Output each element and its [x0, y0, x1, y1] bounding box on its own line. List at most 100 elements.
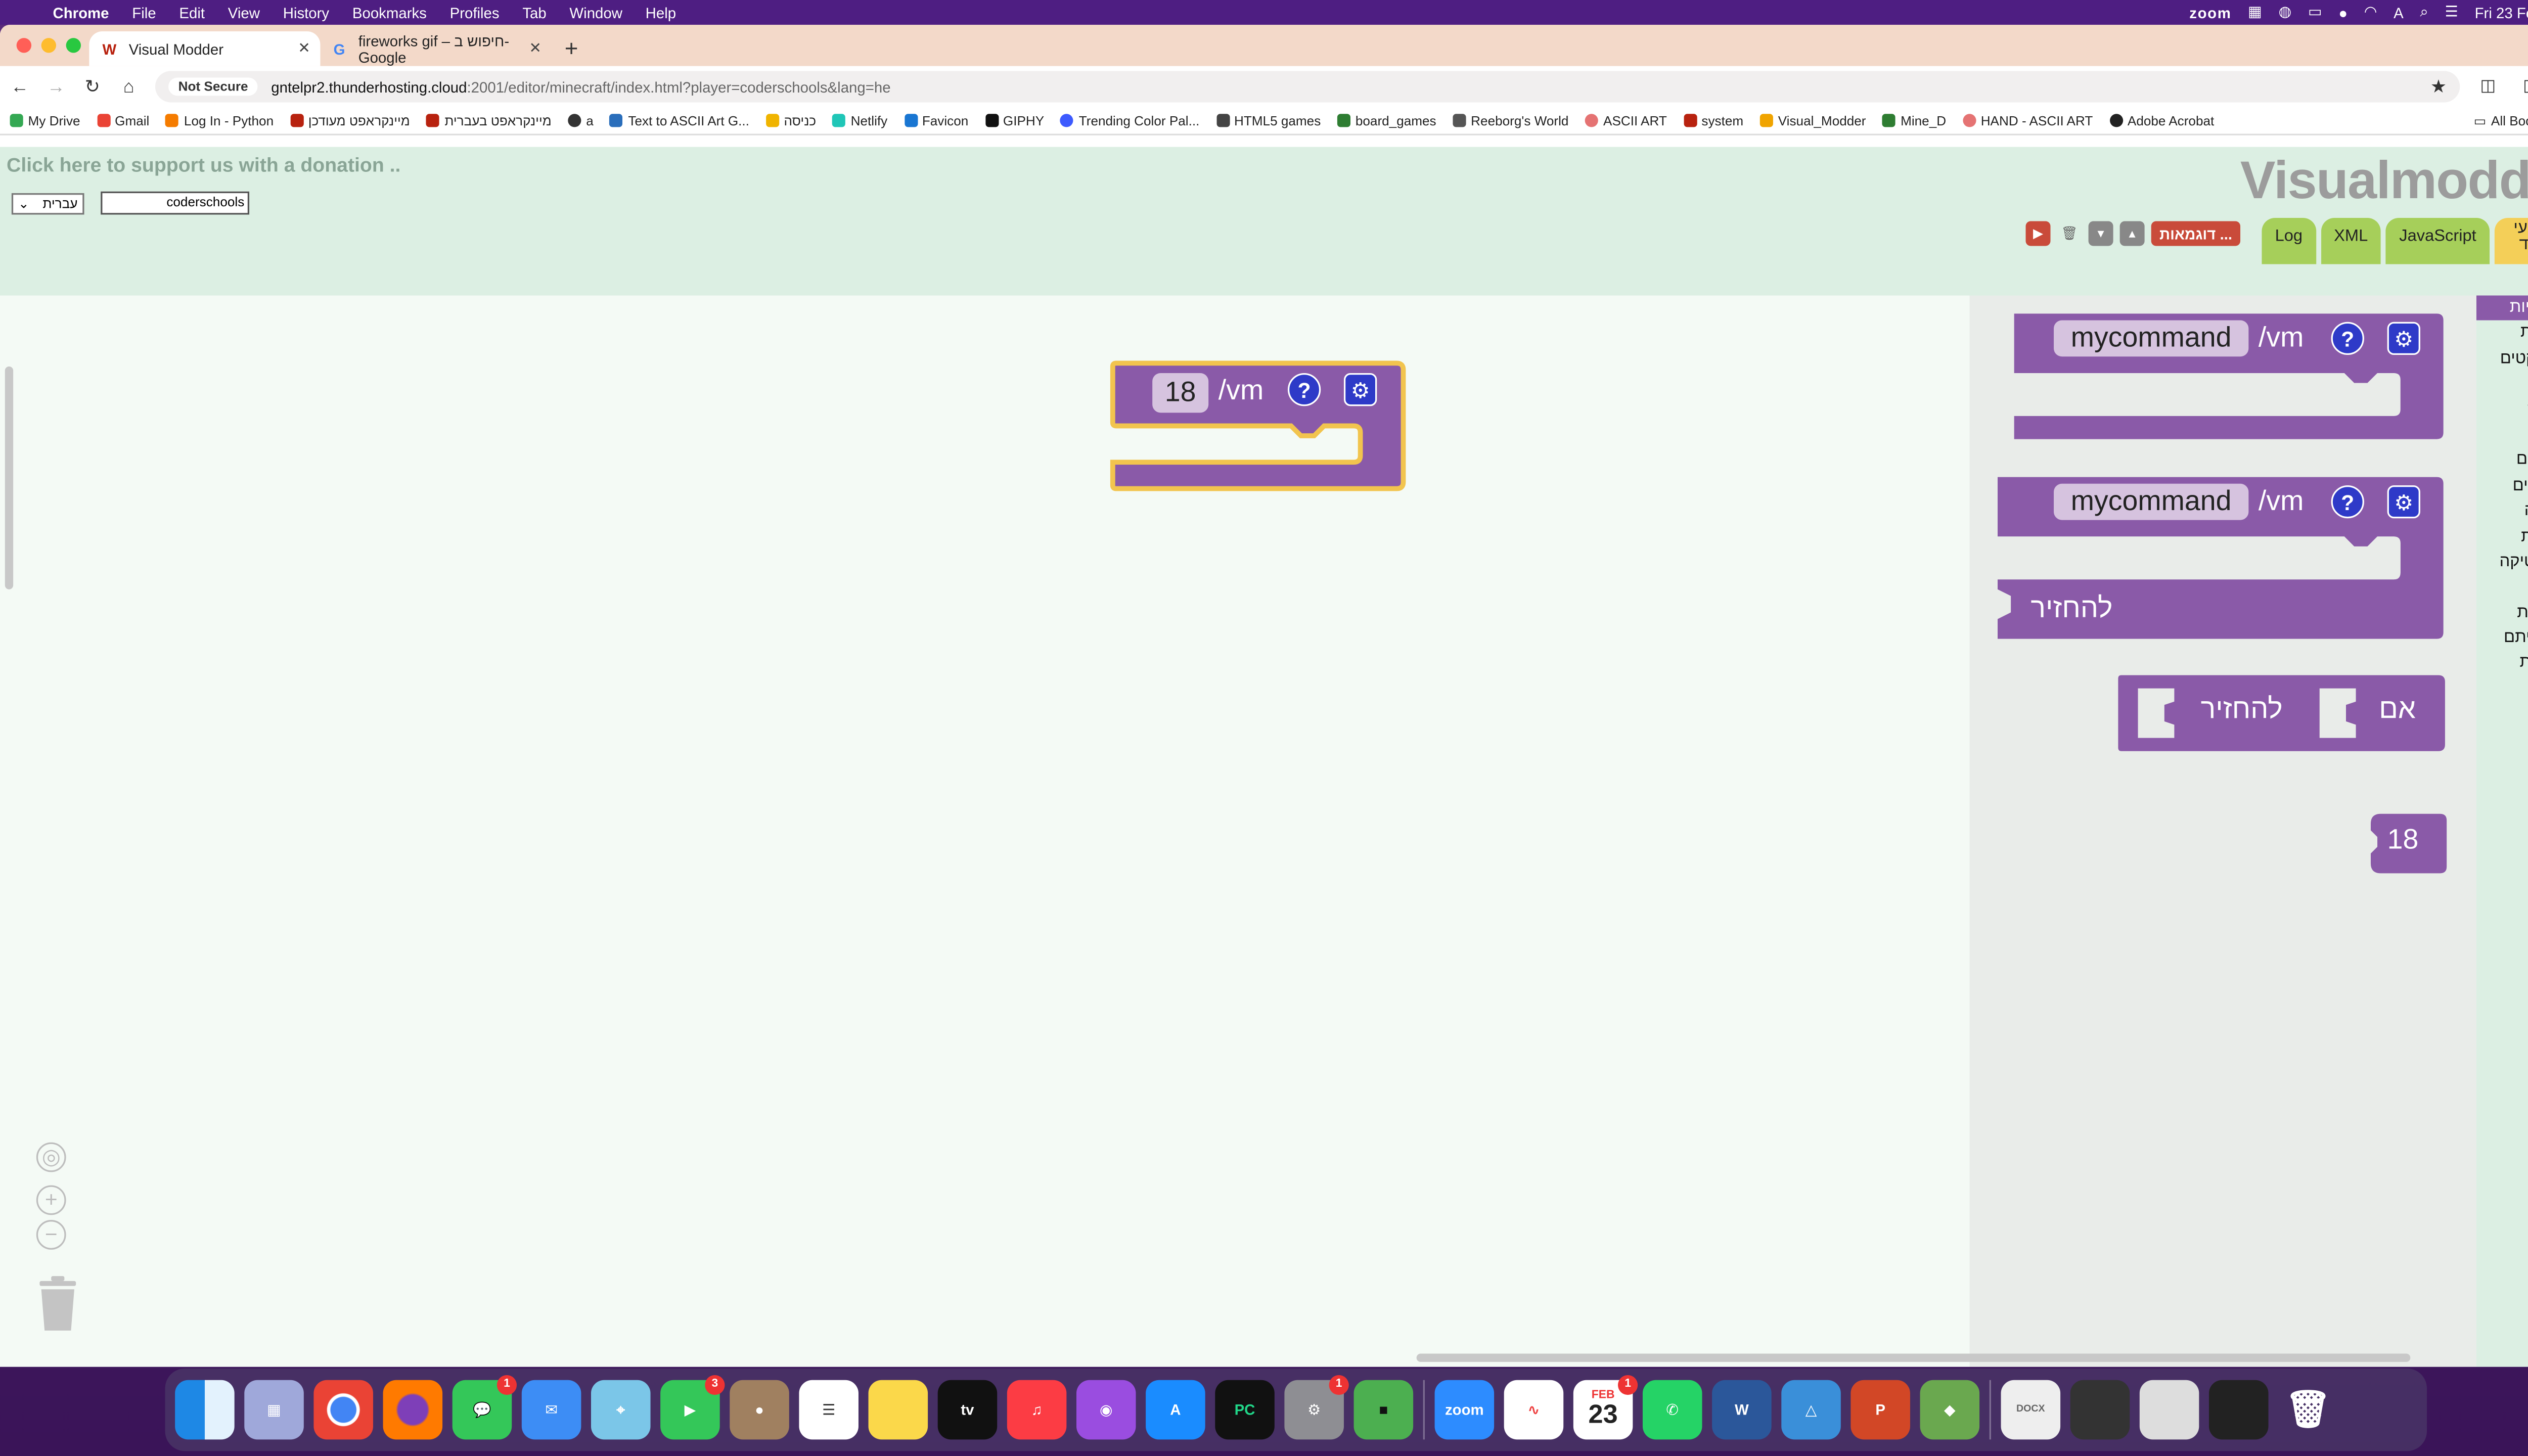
- help-icon[interactable]: ?: [2331, 485, 2364, 519]
- contacts-icon[interactable]: ●: [730, 1380, 789, 1440]
- music-icon[interactable]: ♫: [1007, 1380, 1067, 1440]
- minimize-window-icon[interactable]: [41, 38, 57, 53]
- workspace-command-block[interactable]: 18 /vm ? ⚙: [1109, 360, 1407, 495]
- menu-help[interactable]: Help: [646, 4, 676, 21]
- flyout-command-block[interactable]: mycommand /vm ? ⚙: [2011, 310, 2450, 446]
- facetime-icon[interactable]: ▶ 3: [660, 1375, 725, 1440]
- player-name-input[interactable]: coderschools: [101, 191, 250, 215]
- command-name-field[interactable]: mycommand: [2054, 320, 2249, 357]
- bookmark-a[interactable]: a: [568, 113, 594, 128]
- category-8[interactable]: לוגיקה: [2476, 499, 2528, 524]
- category-12[interactable]: רשימות: [2476, 601, 2528, 626]
- bookmark-system[interactable]: system: [1683, 113, 1743, 128]
- powerpoint-icon[interactable]: P: [1850, 1380, 1910, 1440]
- category-3[interactable]: זמן: [2476, 372, 2528, 397]
- chrome-icon[interactable]: [313, 1380, 373, 1440]
- bookmark-favicon[interactable]: Favicon: [904, 113, 968, 128]
- recenter-icon[interactable]: ◎: [36, 1142, 66, 1172]
- bookmark-mine-d[interactable]: Mine_D: [1882, 113, 1946, 128]
- notes-icon[interactable]: [868, 1380, 928, 1440]
- bookmark-login[interactable]: כניסה: [765, 113, 816, 128]
- app-store-icon[interactable]: A: [1146, 1380, 1205, 1440]
- gear-icon[interactable]: ⚙: [2387, 322, 2420, 355]
- all-bookmarks-button[interactable]: ▭All Bookmarks: [2463, 107, 2528, 134]
- not-secure-badge[interactable]: Not Secure: [168, 77, 258, 96]
- category-1[interactable]: פעולות: [2476, 321, 2528, 346]
- address-bar[interactable]: Not Secure gntelpr2.thunderhosting.cloud…: [155, 71, 2460, 103]
- help-icon[interactable]: ?: [2331, 322, 2364, 355]
- category-4[interactable]: תנועה: [2476, 397, 2528, 423]
- blockly-workspace[interactable]: [0, 295, 1970, 1367]
- reload-icon[interactable]: ↻: [82, 76, 102, 97]
- reminders-icon[interactable]: ☰: [799, 1380, 859, 1440]
- apple-tv-icon[interactable]: tv: [937, 1380, 998, 1440]
- bookmark-gmail[interactable]: Gmail: [97, 113, 149, 128]
- category-14[interactable]: מערכת: [2476, 651, 2528, 676]
- new-tab-icon[interactable]: +: [565, 31, 578, 66]
- bookmark-text-to-ascii[interactable]: Text to ASCII Art G...: [610, 113, 749, 128]
- input-source-icon[interactable]: A: [2394, 4, 2404, 21]
- bookmark-minecraft-hebrew[interactable]: מיינקראפט בעברית: [426, 113, 552, 128]
- tab-xml[interactable]: XML: [2320, 218, 2381, 264]
- finder-icon[interactable]: [175, 1380, 235, 1440]
- launchpad-icon[interactable]: ▦: [244, 1380, 304, 1440]
- whatsapp-icon[interactable]: ✆: [1642, 1380, 1702, 1440]
- workspace-trash-icon[interactable]: [38, 1275, 77, 1332]
- menu-app-name[interactable]: Chrome: [53, 4, 109, 21]
- forward-icon[interactable]: →: [46, 77, 66, 97]
- pycharm-icon[interactable]: PC: [1215, 1380, 1275, 1440]
- category-11[interactable]: טקסט: [2476, 575, 2528, 600]
- menu-edit[interactable]: Edit: [179, 4, 205, 21]
- messages-icon[interactable]: 💬 1: [452, 1375, 517, 1440]
- bookmark-netlify[interactable]: Netlify: [832, 113, 887, 128]
- gear-icon[interactable]: ⚙: [1343, 373, 1377, 406]
- examples-button[interactable]: דוגמאות ...: [2151, 221, 2241, 246]
- menu-tab[interactable]: Tab: [522, 4, 546, 21]
- bookmark-adobe-acrobat[interactable]: Adobe Acrobat: [2109, 113, 2214, 128]
- monday-icon[interactable]: ∿: [1504, 1380, 1564, 1440]
- minecraft-launcher-icon[interactable]: ◆: [1920, 1380, 1980, 1440]
- mail-icon[interactable]: ✉: [521, 1380, 581, 1440]
- maximize-window-icon[interactable]: [66, 38, 81, 53]
- download-icon[interactable]: ▾: [2088, 221, 2113, 246]
- maps-icon[interactable]: ⌖: [591, 1380, 651, 1440]
- bookmark-html5-games[interactable]: HTML5 games: [1216, 113, 1321, 128]
- zoom-app-icon[interactable]: zoom: [1434, 1380, 1495, 1440]
- home-icon[interactable]: ⌂: [119, 77, 139, 97]
- command-name-field[interactable]: 18: [1152, 373, 1209, 413]
- category-13[interactable]: אלגוריתם: [2476, 626, 2528, 651]
- side-panel-icon[interactable]: ◫: [2476, 77, 2500, 96]
- control-center-icon[interactable]: ☰: [2445, 4, 2458, 22]
- bookmark-trending-colors[interactable]: Trending Color Pal...: [1060, 113, 1199, 128]
- creative-cloud-icon[interactable]: ◍: [2279, 4, 2292, 22]
- menu-file[interactable]: File: [132, 4, 156, 21]
- tab-javascript[interactable]: JavaScript: [2386, 218, 2490, 264]
- bookmark-giphy[interactable]: GIPHY: [984, 113, 1044, 128]
- workspace-horizontal-scrollbar[interactable]: [1416, 1353, 2411, 1362]
- number-value[interactable]: 18: [2387, 824, 2419, 856]
- command-name-field[interactable]: mycommand: [2054, 483, 2249, 520]
- grid-status-icon[interactable]: ▦: [2248, 4, 2262, 22]
- trash-icon[interactable]: 🗑: [2278, 1380, 2338, 1440]
- minimized-window-3[interactable]: [2208, 1380, 2269, 1440]
- bookmark-reeborgs-world[interactable]: Reeborg's World: [1453, 113, 1568, 128]
- minecraft-icon[interactable]: ■: [1353, 1380, 1414, 1440]
- category-0[interactable]: פונקציות: [2476, 295, 2528, 321]
- upload-icon[interactable]: ▴: [2119, 221, 2145, 246]
- bookmark-ascii-art[interactable]: ASCII ART: [1585, 113, 1667, 128]
- close-tab-icon[interactable]: ✕: [298, 39, 310, 58]
- bookmark-star-icon[interactable]: ★: [2430, 76, 2447, 97]
- spotlight-search-icon[interactable]: ⌕: [2420, 4, 2428, 22]
- menu-profiles[interactable]: Profiles: [450, 4, 500, 21]
- back-icon[interactable]: ←: [10, 77, 30, 97]
- tab-log[interactable]: Log: [2262, 218, 2316, 264]
- workspace-vertical-scrollbar[interactable]: [5, 366, 14, 589]
- docx-file-icon[interactable]: DOCX: [2001, 1380, 2061, 1440]
- bookmark-minecraft-updated[interactable]: מיינקראפט מעודכן: [290, 113, 410, 128]
- extension-icon[interactable]: ▯: [2516, 77, 2528, 96]
- menu-view[interactable]: View: [228, 4, 260, 21]
- word-icon[interactable]: W: [1712, 1380, 1772, 1440]
- flyout-command-return-block[interactable]: mycommand /vm ? ⚙ להחזיר: [1994, 474, 2450, 642]
- menu-bookmarks[interactable]: Bookmarks: [352, 4, 427, 21]
- category-5[interactable]: ציור: [2476, 423, 2528, 448]
